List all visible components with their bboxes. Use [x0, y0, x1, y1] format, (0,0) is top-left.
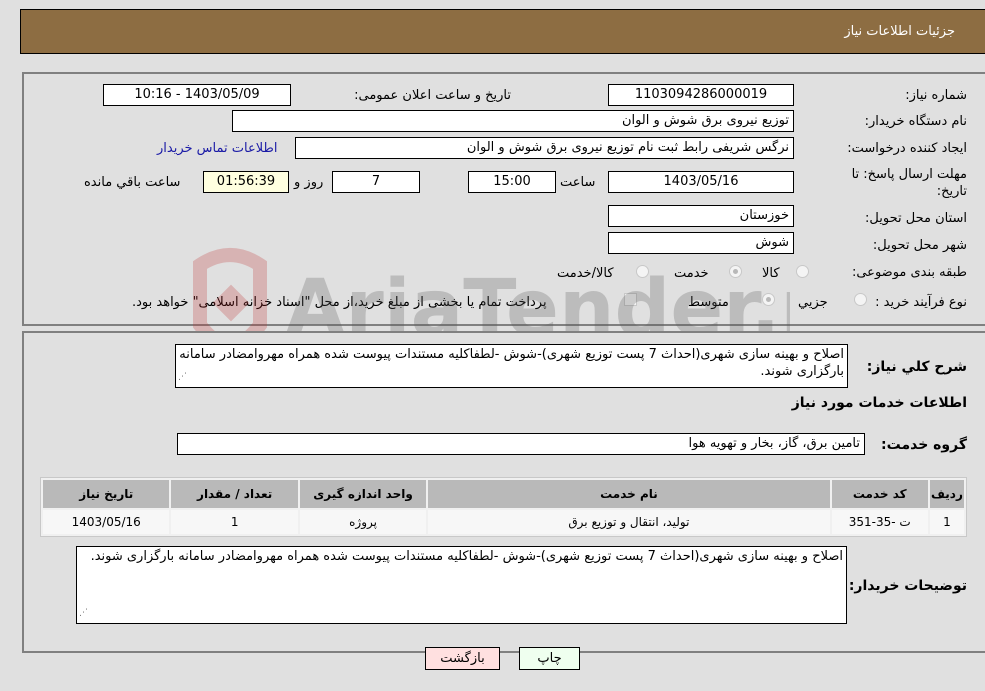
days-label: روز و [294, 175, 324, 190]
category-radio-goods[interactable] [796, 265, 809, 278]
buyer-notes-text: اصلاح و بهینه سازی شهری(احداث 7 پست توزی… [90, 549, 843, 564]
category-label: طبقه بندی موضوعی: [851, 265, 967, 280]
remaining-time-field: 01:56:39 [203, 171, 289, 193]
announce-date-label: تاریخ و ساعت اعلان عمومی: [354, 88, 511, 103]
province-label: استان محل تحویل: [865, 211, 967, 226]
deadline-label: مهلت ارسال پاسخ: تا تاریخ: [851, 167, 967, 199]
category-option-goods-service: کالا/خدمت [557, 266, 614, 281]
creator-label: ایجاد کننده درخواست: [847, 141, 967, 156]
process-option-small: جزيي [798, 295, 828, 310]
col-quantity: تعداد / مقدار [171, 480, 298, 508]
col-need-date: تاریخ نیاز [43, 480, 170, 508]
process-radio-small[interactable] [854, 293, 867, 306]
table-header-row: ردیف کد خدمت نام خدمت واحد اندازه گیری ت… [43, 480, 964, 508]
city-label: شهر محل تحویل: [872, 238, 967, 253]
description-textarea[interactable]: اصلاح و بهینه سازی شهری(احداث 7 پست توزی… [175, 344, 848, 388]
need-number-field[interactable]: 1103094286000019 [608, 84, 794, 106]
need-number-label: شماره نیاز: [905, 88, 967, 103]
col-unit: واحد اندازه گیری [299, 480, 427, 508]
description-label: شرح کلي نیاز: [866, 359, 967, 375]
col-row-number: ردیف [929, 480, 964, 508]
process-radio-medium[interactable] [762, 293, 775, 306]
buyer-contact-link[interactable]: اطلاعات تماس خریدار [157, 141, 277, 156]
category-option-goods: کالا [762, 266, 780, 281]
announce-date-field[interactable]: 1403/05/09 - 10:16 [103, 84, 291, 106]
description-text: اصلاح و بهینه سازی شهری(احداث 7 پست توزی… [179, 347, 844, 379]
col-service-name: نام خدمت [428, 480, 830, 508]
deadline-time-label: ساعت [560, 175, 596, 190]
page-header: جزئیات اطلاعات نیاز [20, 9, 985, 54]
service-group-label: گروه خدمت: [881, 437, 967, 453]
buyer-notes-label: توضیحات خریدار: [848, 578, 967, 594]
creator-field[interactable]: نرگس شریفی رابط ثبت نام توزیع نیروی برق … [295, 137, 794, 159]
remaining-time-label: ساعت باقي مانده [84, 175, 181, 190]
print-button[interactable]: چاپ [519, 647, 580, 670]
days-field[interactable]: 7 [332, 171, 420, 193]
resize-grip-icon[interactable]: ⋰ [79, 605, 88, 622]
category-radio-goods-service[interactable] [636, 265, 649, 278]
city-field[interactable]: شوش [608, 232, 794, 254]
deadline-time-field[interactable]: 15:00 [468, 171, 556, 193]
table-row: 1 ت -35-351 تولید، انتقال و توزیع برق پر… [43, 510, 964, 534]
need-info-panel: شماره نیاز: 1103094286000019 تاریخ و ساع… [22, 72, 985, 326]
process-label: نوع فرآیند خرید : [875, 295, 967, 310]
services-section-title: اطلاعات خدمات مورد نیاز [791, 395, 967, 411]
page-title: جزئیات اطلاعات نیاز [844, 24, 955, 39]
resize-grip-icon[interactable]: ⋰ [178, 369, 187, 386]
province-field[interactable]: خوزستان [608, 205, 794, 227]
category-option-service: خدمت [674, 266, 709, 281]
services-panel: شرح کلي نیاز: اصلاح و بهینه سازی شهری(اح… [22, 331, 985, 653]
category-radio-service[interactable] [729, 265, 742, 278]
cell-service-name: تولید، انتقال و توزیع برق [428, 510, 830, 534]
back-button[interactable]: بازگشت [425, 647, 500, 670]
service-group-field[interactable]: تامین برق، گاز، بخار و تهویه هوا [177, 433, 865, 455]
process-option-medium: متوسط [688, 295, 729, 310]
cell-row-number: 1 [929, 510, 964, 534]
buyer-notes-textarea[interactable]: اصلاح و بهینه سازی شهری(احداث 7 پست توزی… [76, 546, 847, 624]
col-service-code: کد خدمت [831, 480, 928, 508]
treasury-checkbox[interactable] [624, 293, 637, 306]
cell-service-code: ت -35-351 [831, 510, 928, 534]
cell-need-date: 1403/05/16 [43, 510, 170, 534]
deadline-date-field[interactable]: 1403/05/16 [608, 171, 794, 193]
buyer-org-field[interactable]: توزیع نیروی برق شوش و الوان [232, 110, 794, 132]
treasury-note: پرداخت تمام یا بخشی از مبلغ خرید،از محل … [132, 295, 547, 310]
cell-quantity: 1 [171, 510, 298, 534]
buyer-org-label: نام دستگاه خریدار: [864, 114, 967, 129]
services-table: ردیف کد خدمت نام خدمت واحد اندازه گیری ت… [40, 477, 967, 537]
cell-unit: پروژه [299, 510, 427, 534]
